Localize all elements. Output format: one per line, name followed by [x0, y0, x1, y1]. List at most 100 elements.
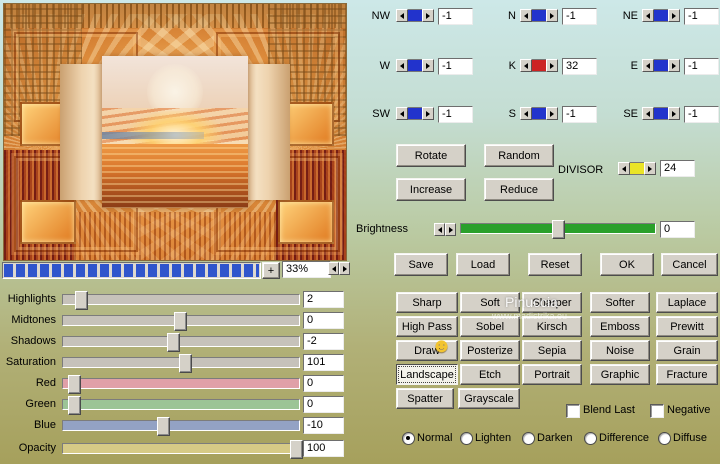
matrix-spinner-n[interactable]: [520, 9, 558, 22]
slider-thumb-shadows[interactable]: [166, 333, 180, 352]
reset-button[interactable]: Reset: [528, 253, 582, 276]
mode-lighten-radio[interactable]: [460, 432, 473, 445]
filter-noise-button[interactable]: Noise: [590, 340, 650, 361]
spin-right-icon[interactable]: [546, 59, 558, 72]
slider-track-midtones[interactable]: [62, 312, 300, 331]
divisor-value[interactable]: 24: [660, 160, 695, 177]
spin-track-blue[interactable]: [532, 107, 546, 120]
filter-landscape-button[interactable]: Landscape: [396, 364, 458, 385]
filter-posterize-button[interactable]: Posterize: [460, 340, 520, 361]
matrix-spinner-k[interactable]: [520, 59, 558, 72]
spin-left-icon[interactable]: [520, 59, 532, 72]
spin-track-blue[interactable]: [532, 9, 546, 22]
slider-thumb-green[interactable]: [67, 396, 81, 415]
brightness-value[interactable]: 0: [660, 221, 695, 238]
blend-last-checkbox[interactable]: [566, 404, 580, 418]
mode-darken-radio[interactable]: [522, 432, 535, 445]
filter-grain-button[interactable]: Grain: [656, 340, 718, 361]
spin-left-icon[interactable]: [642, 59, 654, 72]
slider-track-saturation[interactable]: [62, 354, 300, 373]
spin-track-blue[interactable]: [408, 9, 422, 22]
brightness-thumb[interactable]: [552, 220, 566, 239]
slider-thumb-opacity[interactable]: [289, 440, 303, 459]
matrix-value-n[interactable]: -1: [562, 8, 597, 25]
matrix-spinner-ne[interactable]: [642, 9, 680, 22]
slider-value-midtones[interactable]: 0: [303, 312, 344, 329]
filter-spatter-button[interactable]: Spatter: [396, 388, 454, 409]
rotate-button[interactable]: Rotate: [396, 144, 466, 167]
matrix-spinner-w[interactable]: [396, 59, 434, 72]
slider-value-red[interactable]: 0: [303, 375, 344, 392]
zoom-spin-left-icon[interactable]: [328, 262, 339, 275]
zoom-spin-right-icon[interactable]: [339, 262, 350, 275]
slider-track-green[interactable]: [62, 396, 300, 415]
slider-thumb-midtones[interactable]: [173, 312, 187, 331]
matrix-spinner-sw[interactable]: [396, 107, 434, 120]
brightness-spinner[interactable]: [434, 223, 456, 236]
matrix-value-nw[interactable]: -1: [438, 8, 473, 25]
slider-track-shadows[interactable]: [62, 333, 300, 352]
matrix-value-w[interactable]: -1: [438, 58, 473, 75]
slider-thumb-red[interactable]: [67, 375, 81, 394]
spin-right-icon[interactable]: [422, 9, 434, 22]
spin-track-blue[interactable]: [408, 107, 422, 120]
spin-left-icon[interactable]: [520, 107, 532, 120]
zoom-value[interactable]: 33%: [282, 261, 331, 278]
filter-sharp-button[interactable]: Sharp: [396, 292, 458, 313]
matrix-spinner-se[interactable]: [642, 107, 680, 120]
spin-left-icon[interactable]: [642, 9, 654, 22]
spin-right-icon[interactable]: [422, 59, 434, 72]
slider-value-shadows[interactable]: -2: [303, 333, 344, 350]
spin-left-icon[interactable]: [396, 59, 408, 72]
slider-track-blue[interactable]: [62, 417, 300, 436]
spin-left-icon[interactable]: [642, 107, 654, 120]
reduce-button[interactable]: Reduce: [484, 178, 554, 201]
filter-softer-button[interactable]: Softer: [590, 292, 650, 313]
slider-value-saturation[interactable]: 101: [303, 354, 344, 371]
spin-right-icon[interactable]: [422, 107, 434, 120]
matrix-spinner-s[interactable]: [520, 107, 558, 120]
brightness-spin-right-icon[interactable]: [445, 223, 456, 236]
slider-thumb-highlights[interactable]: [74, 291, 88, 310]
spin-track-blue[interactable]: [654, 9, 668, 22]
load-button[interactable]: Load: [456, 253, 510, 276]
slider-value-green[interactable]: 0: [303, 396, 344, 413]
spin-left-icon[interactable]: [396, 107, 408, 120]
filter-portrait-button[interactable]: Portrait: [522, 364, 582, 385]
slider-value-highlights[interactable]: 2: [303, 291, 344, 308]
spin-track-red[interactable]: [532, 59, 546, 72]
filter-sobel-button[interactable]: Sobel: [460, 316, 520, 337]
spin-right-icon[interactable]: [668, 9, 680, 22]
cancel-button[interactable]: Cancel: [661, 253, 718, 276]
ok-button[interactable]: OK: [600, 253, 654, 276]
spin-left-icon[interactable]: [618, 162, 630, 175]
spin-right-icon[interactable]: [546, 9, 558, 22]
spin-right-icon[interactable]: [668, 107, 680, 120]
slider-value-opacity[interactable]: 100: [303, 440, 344, 457]
filter-kirsch-button[interactable]: Kirsch: [522, 316, 582, 337]
brightness-spin-left-icon[interactable]: [434, 223, 445, 236]
filter-prewitt-button[interactable]: Prewitt: [656, 316, 718, 337]
spin-track-blue[interactable]: [408, 59, 422, 72]
matrix-value-e[interactable]: -1: [684, 58, 719, 75]
negative-checkbox[interactable]: [650, 404, 664, 418]
slider-thumb-saturation[interactable]: [178, 354, 192, 373]
filter-sepia-button[interactable]: Sepia: [522, 340, 582, 361]
zoom-plus-button[interactable]: +: [262, 262, 280, 279]
mode-diffuse-radio[interactable]: [658, 432, 671, 445]
spin-right-icon[interactable]: [644, 162, 656, 175]
spin-left-icon[interactable]: [396, 9, 408, 22]
filter-highpass-button[interactable]: High Pass: [396, 316, 458, 337]
filter-emboss-button[interactable]: Emboss: [590, 316, 650, 337]
matrix-spinner-e[interactable]: [642, 59, 680, 72]
divisor-spinner[interactable]: [618, 162, 656, 175]
preview-pane[interactable]: [3, 3, 347, 261]
filter-soft-button[interactable]: Soft: [460, 292, 520, 313]
filter-laplace-button[interactable]: Laplace: [656, 292, 718, 313]
matrix-value-ne[interactable]: -1: [684, 8, 719, 25]
spin-track-blue[interactable]: [654, 59, 668, 72]
slider-track-opacity[interactable]: [62, 440, 303, 459]
slider-thumb-blue[interactable]: [157, 417, 171, 436]
save-button[interactable]: Save: [394, 253, 448, 276]
spin-right-icon[interactable]: [546, 107, 558, 120]
